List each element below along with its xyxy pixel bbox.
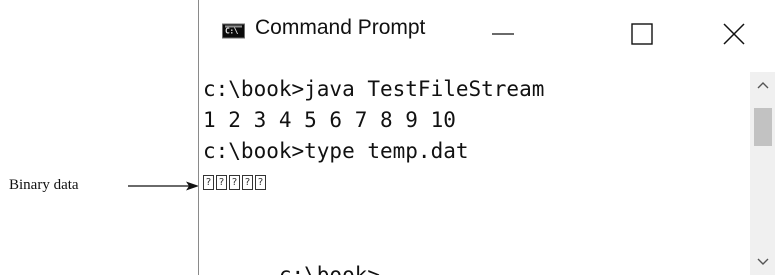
minimize-icon: [492, 33, 514, 35]
scroll-thumb[interactable]: [754, 108, 772, 146]
command-prompt-window: C:\ Command Prompt c:\book>java TestFile…: [198, 0, 775, 275]
console-line-binary-output: ? ? ? ? ?: [203, 167, 743, 198]
minimize-button[interactable]: [479, 20, 527, 48]
binary-glyph: ?: [255, 175, 266, 190]
callout-arrow-icon: [128, 181, 199, 191]
title-bar[interactable]: C:\ Command Prompt: [199, 0, 775, 45]
console-line-command-java: c:\book>java TestFileStream: [203, 77, 545, 101]
scroll-down-button[interactable]: [750, 249, 775, 275]
close-button[interactable]: [721, 20, 769, 48]
console-prompt-line[interactable]: c:\book>: [203, 229, 743, 275]
binary-data-callout: Binary data: [9, 174, 79, 196]
binary-glyph: ?: [229, 175, 240, 190]
console-output[interactable]: c:\book>java TestFileStream 1 2 3 4 5 6 …: [203, 74, 743, 275]
window-title: Command Prompt: [255, 16, 426, 39]
console-line-command-type: c:\book>type temp.dat: [203, 139, 469, 163]
binary-glyph: ?: [203, 175, 214, 190]
maximize-icon: [631, 23, 653, 45]
chevron-down-icon: [757, 258, 769, 265]
scroll-up-button[interactable]: [750, 72, 775, 98]
binary-data-label: Binary data: [9, 176, 79, 193]
binary-glyph: ?: [242, 175, 253, 190]
command-prompt-icon: C:\: [222, 23, 245, 39]
binary-glyph: ?: [216, 175, 227, 190]
maximize-button[interactable]: [631, 20, 679, 48]
close-icon: [723, 23, 745, 45]
prompt-text: c:\book>: [278, 263, 381, 275]
vertical-scrollbar[interactable]: [750, 72, 775, 275]
console-line-output-numbers: 1 2 3 4 5 6 7 8 9 10: [203, 108, 456, 132]
chevron-up-icon: [757, 82, 769, 89]
